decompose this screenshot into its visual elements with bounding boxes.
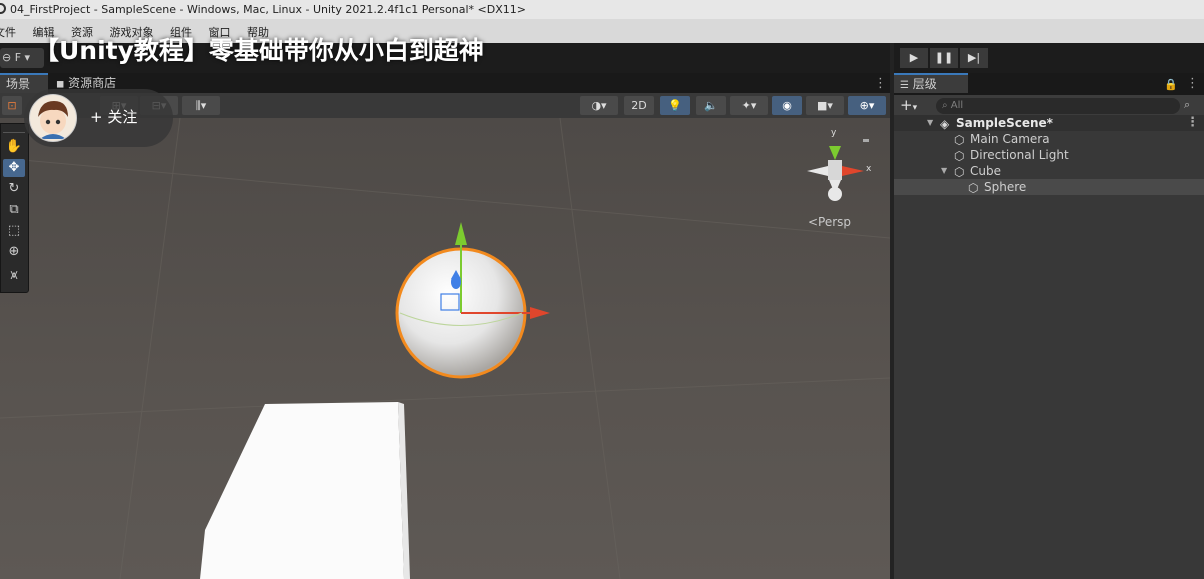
search-icon: ⌕ (942, 100, 948, 111)
tab-hierarchy[interactable]: ☰ 层级 (894, 73, 968, 93)
hierarchy-item-label: Cube (970, 164, 1001, 178)
gameobject-cube-icon: ⬡ (954, 149, 965, 163)
unity-scene-icon: ◈ (940, 117, 950, 131)
hierarchy-panel: ☰ 层级 🔒 ⋮ +▾ ⌕ All ⌕ ▼ ◈ SampleScene* ⋮ ⬡… (894, 73, 1204, 579)
move-arrows-icon: ✥ (8, 160, 20, 175)
play-button[interactable]: ▶ (900, 48, 928, 68)
effects-icon: ✦▾ (741, 99, 757, 112)
avatar (29, 94, 77, 142)
chevron-down-icon: ▾ (912, 103, 918, 113)
shading-sphere-icon: ◑▾ (591, 99, 607, 112)
tab-scene[interactable]: 场景 (0, 73, 48, 93)
plus-icon: + (900, 96, 913, 114)
increment-icon: ⫼▾ (195, 99, 207, 112)
shading-mode-dropdown[interactable]: ◑▾ (580, 96, 618, 115)
pivot-icon: ⊡ (7, 99, 17, 112)
step-icon: ▶| (967, 51, 981, 64)
expand-caret-icon[interactable]: ▼ (941, 163, 947, 179)
overlay-drag-handle[interactable] (3, 126, 25, 133)
video-banner-title: 【Unity教程】零基础带你从小白到超神 (34, 36, 484, 65)
speaker-icon: 🔈 (704, 99, 718, 112)
x-axis-handle[interactable] (530, 307, 550, 319)
scene-viewport[interactable]: y x (0, 118, 890, 579)
rotate-tool[interactable]: ↻ (3, 180, 25, 198)
scene-row-menu-icon[interactable]: ⋮ (1186, 116, 1199, 129)
increment-snap-button[interactable]: ⫼▾ (182, 96, 220, 115)
move-tool[interactable]: ✥ (3, 159, 25, 177)
scale-tool[interactable]: ⧉ (3, 201, 25, 219)
2d-mode-label: 2D (631, 99, 647, 112)
hierarchy-search-input[interactable]: ⌕ All (936, 98, 1180, 114)
play-icon: ▶ (909, 51, 919, 64)
cloud-icon: ⊖ (2, 51, 12, 64)
gameobject-cube-icon: ⬡ (968, 181, 979, 195)
asset-store-tab-label: 资源商店 (68, 76, 117, 90)
hand-icon: ✋ (5, 139, 23, 154)
tool-handle-toggle[interactable]: ⊡ (2, 96, 22, 115)
y-axis-handle[interactable] (455, 222, 467, 245)
account-dropdown-value: F (14, 51, 22, 64)
hand-tool[interactable]: ✋ (3, 138, 25, 156)
visibility-eye-icon: ◉ (782, 99, 792, 112)
window-title: 04_FirstProject - SampleScene - Windows,… (10, 3, 526, 16)
hierarchy-item-label: Sphere (984, 180, 1027, 194)
scene-visibility-search-icon[interactable]: ⌕ (1184, 98, 1190, 112)
gizmo-globe-icon: ⊕▾ (859, 99, 875, 112)
expand-caret-icon[interactable]: ▼ (927, 115, 933, 131)
hierarchy-list-icon: ☰ (900, 80, 909, 91)
follow-button[interactable]: + 关注 (90, 105, 137, 129)
lightbulb-icon: 💡 (668, 99, 682, 112)
hierarchy-item-sphere[interactable]: ⬡ Sphere (894, 179, 1204, 195)
cube-object[interactable] (200, 402, 410, 579)
follow-overlay: + 关注 (24, 89, 173, 147)
create-button[interactable]: +▾ (900, 96, 917, 114)
perspective-label[interactable]: <Persp (808, 215, 851, 229)
gizmos-dropdown[interactable]: ⊕▾ (848, 96, 886, 115)
hierarchy-item-label: SampleScene* (956, 116, 1053, 130)
hierarchy-scene-row[interactable]: ▼ ◈ SampleScene* ⋮ (894, 115, 1204, 131)
scale-icon: ⧉ (9, 202, 19, 217)
gameobject-cube-icon: ⬡ (954, 165, 965, 179)
camera-icon: ■▾ (817, 99, 833, 112)
pause-button[interactable]: ❚❚ (930, 48, 958, 68)
hierarchy-tab-label: 层级 (912, 77, 937, 91)
search-placeholder: All (950, 100, 964, 111)
chevron-down-icon: ▾ (24, 51, 31, 64)
effects-dropdown[interactable]: ✦▾ (730, 96, 768, 115)
hierarchy-item-main-camera[interactable]: ⬡ Main Camera (894, 131, 1204, 147)
scene-tab-menu-icon[interactable]: ⋮ (874, 77, 887, 90)
custom-tool[interactable]: ⩙ (3, 267, 25, 285)
transform-tools-overlay: ✋ ✥ ↻ ⧉ ⬚ ⊕ ⩙ (0, 123, 29, 293)
pause-icon: ❚❚ (934, 51, 954, 64)
rect-tool[interactable]: ⬚ (3, 222, 25, 240)
menu-file[interactable]: 文件 (0, 26, 16, 39)
window-title-bar: 04_FirstProject - SampleScene - Windows,… (0, 0, 1204, 19)
camera-dropdown[interactable]: ■▾ (806, 96, 844, 115)
orientation-gizmo[interactable] (807, 139, 869, 201)
scene-visibility-button[interactable]: ◉ (772, 96, 802, 115)
lock-icon[interactable]: 🔒 (1164, 78, 1178, 91)
hierarchy-menu-icon[interactable]: ⋮ (1186, 77, 1199, 90)
transform-icon: ⊕ (8, 244, 20, 259)
hierarchy-item-label: Main Camera (970, 132, 1050, 146)
hierarchy-item-directional-light[interactable]: ⬡ Directional Light (894, 147, 1204, 163)
hierarchy-item-cube[interactable]: ▼ ⬡ Cube (894, 163, 1204, 179)
scene-tab-label: 场景 (6, 77, 31, 91)
2d-mode-button[interactable]: 2D (624, 96, 654, 115)
hierarchy-item-label: Directional Light (970, 148, 1069, 162)
gameobject-cube-icon: ⬡ (954, 133, 965, 147)
axis-x-label: x (866, 164, 872, 174)
custom-tool-icon: ⩙ (10, 268, 18, 283)
transform-tool[interactable]: ⊕ (3, 243, 25, 261)
hierarchy-tab-bar: ☰ 层级 🔒 ⋮ (894, 73, 1204, 95)
step-button[interactable]: ▶| (960, 48, 988, 68)
rect-icon: ⬚ (7, 223, 21, 238)
axis-y-label: y (831, 128, 837, 138)
rotate-icon: ↻ (8, 181, 20, 196)
unity-logo-icon (0, 3, 6, 14)
audio-toggle-button[interactable]: 🔈 (696, 96, 726, 115)
lighting-toggle-button[interactable]: 💡 (660, 96, 690, 115)
